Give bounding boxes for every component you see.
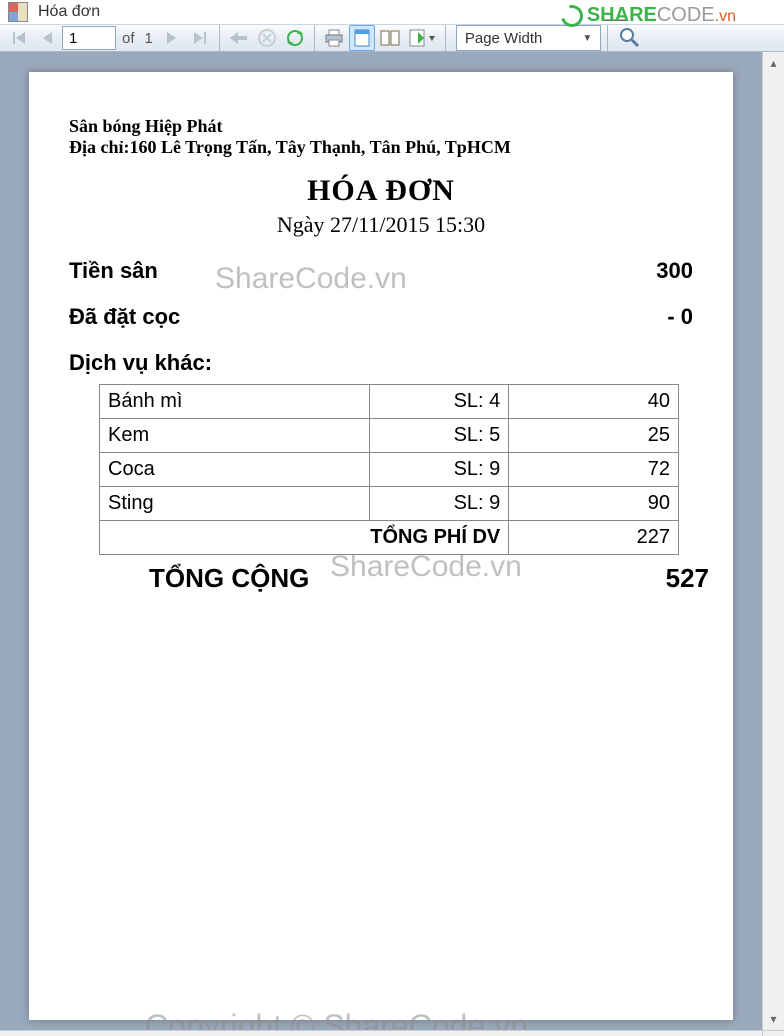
item-qty: SL: 4	[369, 385, 509, 419]
scroll-corner	[762, 1031, 784, 1036]
app-icon	[8, 2, 28, 22]
item-qty: SL: 5	[369, 419, 509, 453]
field-fee-row: Tiền sân 300	[69, 258, 693, 284]
scroll-track[interactable]	[22, 1031, 740, 1036]
item-amount: 72	[509, 453, 679, 487]
grand-total-label: TỔNG CỘNG	[149, 563, 309, 594]
scroll-right-icon[interactable]: ▸	[740, 1031, 762, 1036]
report-canvas[interactable]: Sân bóng Hiệp Phát Địa chỉ:160 Lê Trọng …	[0, 52, 762, 1030]
print-button[interactable]	[321, 25, 347, 51]
table-row: CocaSL: 972	[100, 453, 679, 487]
service-total-label: TỔNG PHÍ DV	[100, 521, 509, 555]
scroll-up-icon[interactable]: ▴	[763, 52, 784, 74]
service-total-row: TỔNG PHÍ DV227	[100, 521, 679, 555]
first-page-button[interactable]	[6, 25, 32, 51]
item-name: Sting	[100, 487, 370, 521]
item-amount: 25	[509, 419, 679, 453]
venue-name: Sân bóng Hiệp Phát	[69, 116, 693, 137]
deposit-value: - 0	[667, 304, 693, 330]
deposit-row: Đã đặt cọc - 0	[69, 304, 693, 330]
back-button[interactable]	[226, 25, 252, 51]
chevron-down-icon: ▼	[582, 33, 592, 44]
item-qty: SL: 9	[369, 453, 509, 487]
scroll-left-icon[interactable]: ◂	[0, 1031, 22, 1036]
report-toolbar: of 1 Page Width ▼	[0, 24, 784, 52]
field-fee-label: Tiền sân	[69, 258, 158, 284]
separator	[445, 25, 446, 51]
window-titlebar: Hóa đơn — SHARECODE.vn	[0, 0, 784, 24]
print-layout-button[interactable]	[349, 25, 375, 51]
venue-address: Địa chỉ:160 Lê Trọng Tấn, Tây Thạnh, Tân…	[69, 137, 693, 158]
services-label: Dịch vụ khác:	[69, 350, 693, 376]
of-label: of	[118, 30, 139, 47]
service-total-value: 227	[509, 521, 679, 555]
last-page-button[interactable]	[187, 25, 213, 51]
item-name: Bánh mì	[100, 385, 370, 419]
invoice-date: Ngày 27/11/2015 15:30	[69, 212, 693, 238]
zoom-combo-label: Page Width	[465, 30, 543, 47]
stop-button[interactable]	[254, 25, 280, 51]
total-pages: 1	[141, 30, 157, 47]
services-table: Bánh mìSL: 440KemSL: 525CocaSL: 972Sting…	[99, 384, 679, 555]
swirl-icon	[557, 0, 587, 30]
window-title: Hóa đơn	[38, 3, 100, 21]
grand-total-value: 527	[666, 563, 709, 594]
separator	[219, 25, 220, 51]
zoom-combo[interactable]: Page Width ▼	[456, 25, 601, 51]
item-amount: 90	[509, 487, 679, 521]
item-name: Coca	[100, 453, 370, 487]
item-qty: SL: 9	[369, 487, 509, 521]
field-fee-value: 300	[656, 258, 693, 284]
invoice-page: Sân bóng Hiệp Phát Địa chỉ:160 Lê Trọng …	[29, 72, 733, 1020]
separator	[314, 25, 315, 51]
table-row: KemSL: 525	[100, 419, 679, 453]
table-row: StingSL: 990	[100, 487, 679, 521]
prev-page-button[interactable]	[34, 25, 60, 51]
report-viewer: Sân bóng Hiệp Phát Địa chỉ:160 Lê Trọng …	[0, 52, 784, 1030]
horizontal-scrollbar[interactable]: ◂ ▸	[0, 1030, 784, 1036]
scroll-down-icon[interactable]: ▾	[763, 1008, 784, 1030]
scroll-track[interactable]	[763, 74, 784, 1008]
page-setup-button[interactable]	[377, 25, 403, 51]
refresh-button[interactable]	[282, 25, 308, 51]
vertical-scrollbar[interactable]: ▴ ▾	[762, 52, 784, 1030]
item-name: Kem	[100, 419, 370, 453]
next-page-button[interactable]	[159, 25, 185, 51]
current-page-input[interactable]	[62, 26, 116, 50]
deposit-label: Đã đặt cọc	[69, 304, 180, 330]
sharecode-watermark-logo: SHARECODE.vn	[561, 4, 736, 27]
export-button[interactable]	[405, 25, 439, 51]
grand-total-row: TỔNG CỘNG 527	[149, 563, 709, 594]
invoice-title: HÓA ĐƠN	[69, 174, 693, 208]
item-amount: 40	[509, 385, 679, 419]
table-row: Bánh mìSL: 440	[100, 385, 679, 419]
